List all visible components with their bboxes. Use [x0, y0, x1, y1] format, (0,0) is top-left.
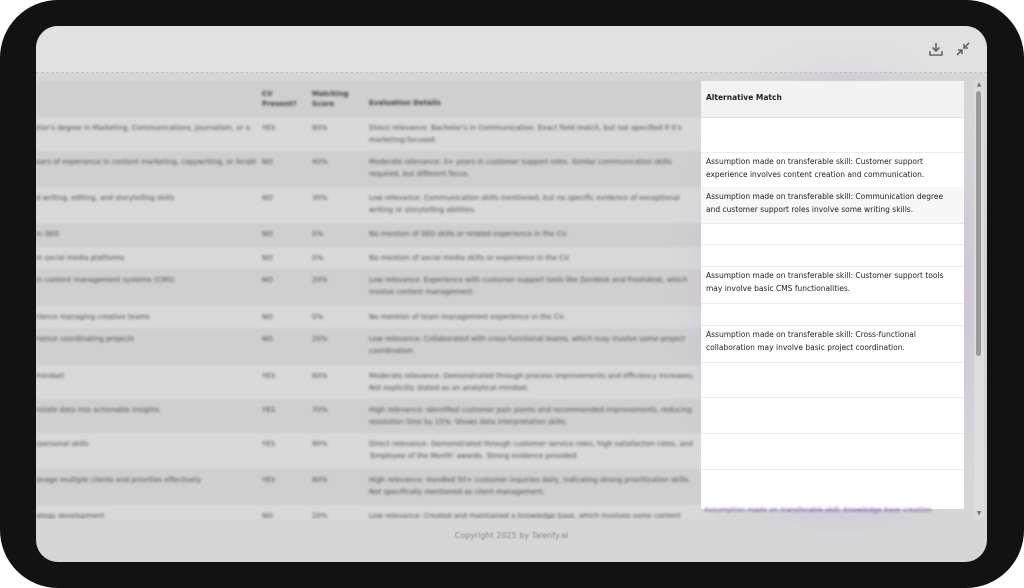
requirement-cell: rpersonal skills — [36, 440, 89, 448]
header-cv-present: CV Present? — [262, 90, 297, 108]
matching-score-cell: 20% — [312, 335, 328, 343]
table-row: mindset YES 60% Moderate relevance: Demonst… — [36, 365, 716, 400]
table-row: ears of experience in content marketing,… — [36, 151, 716, 188]
cv-present-cell: YES — [262, 372, 276, 380]
header-matching-score: Matching Score — [312, 90, 349, 108]
cv-present-cell: YES — [262, 124, 276, 132]
cv-present-cell: NO — [262, 158, 273, 166]
alternative-match-cell — [701, 397, 964, 434]
download-icon[interactable] — [927, 40, 945, 58]
alternative-match-cell — [701, 469, 964, 509]
cv-present-cell: NO — [262, 313, 273, 321]
matching-score-cell: 20% — [312, 512, 328, 519]
alternative-match-header: Alternative Match — [701, 81, 964, 118]
requirement-cell: in social media platforms — [36, 254, 125, 262]
evaluation-details-cell: Direct relevance: Demonstrated through c… — [369, 440, 693, 460]
table-row: in SEO NO 0% No mention of SEO skills or re… — [36, 223, 716, 248]
evaluation-details-cell: No mention of team management experience… — [369, 313, 565, 321]
requirement-cell: in content management systems (CMS) — [36, 276, 175, 284]
footer-copyright: Copyright 2025 by Talenfy.ai — [454, 531, 569, 540]
cv-present-cell: NO — [262, 335, 273, 343]
matching-score-cell: 70% — [312, 406, 328, 414]
alternative-match-cell — [701, 433, 964, 470]
matching-score-cell: 20% — [312, 276, 328, 284]
evaluation-details-cell: High relevance: Identified customer pain… — [369, 406, 692, 426]
cv-present-cell: NO — [262, 194, 273, 202]
requirement-cell: d writing, editing, and storytelling ski… — [36, 194, 175, 202]
matching-score-cell: 40% — [312, 158, 328, 166]
matching-score-cell: 30% — [312, 194, 328, 202]
cv-present-cell: YES — [262, 406, 276, 414]
cv-present-cell: NO — [262, 254, 273, 262]
vertical-scrollbar[interactable]: ▲ ▼ — [974, 81, 984, 519]
table-row: elor's degree in Marketing, Communicatio… — [36, 117, 716, 152]
matching-score-cell: 0% — [312, 254, 324, 262]
table-row: rience coordinating projects NO 20% Low rel… — [36, 328, 716, 366]
evaluation-details-cell: Low relevance: Created and maintained a … — [369, 512, 681, 519]
requirement-cell: mindset — [36, 372, 65, 380]
alternative-match-text: Assumption made on transferable skill: C… — [706, 330, 916, 352]
table-row: in content management systems (CMS) NO 20%… — [36, 269, 716, 307]
alternative-match-overflow-text: Assumption made on transferable skill: K… — [704, 506, 932, 514]
matching-score-cell: 0% — [312, 230, 324, 238]
alternative-match-cell — [701, 362, 964, 398]
requirement-cell: ategy development — [36, 512, 105, 519]
requirement-cell: anage multiple clients and priorities ef… — [36, 476, 202, 484]
evaluation-details-cell: High relevance: Handled 50+ customer inq… — [369, 476, 691, 496]
scrollbar-thumb[interactable] — [976, 91, 981, 356]
table-row: anage multiple clients and priorities ef… — [36, 469, 716, 506]
collapse-icon[interactable] — [954, 40, 972, 58]
cv-present-cell: YES — [262, 476, 276, 484]
cv-present-cell: NO — [262, 276, 273, 284]
alternative-match-text: Assumption made on transferable skill: C… — [706, 192, 944, 214]
alternative-match-column: Alternative Match Assumption made on tra… — [701, 81, 964, 509]
alternative-match-cell — [701, 223, 964, 245]
matching-score-cell: 60% — [312, 372, 328, 380]
alternative-match-cell: Assumption made on transferable skill: C… — [701, 325, 964, 363]
alternative-match-text: Assumption made on transferable skill: C… — [706, 157, 925, 179]
matching-score-cell: 80% — [312, 124, 328, 132]
requirement-cell: elor's degree in Marketing, Communicatio… — [36, 124, 250, 132]
cv-present-cell: NO — [262, 230, 273, 238]
table-header: CV Present? Matching Score Evaluation De… — [36, 81, 716, 117]
evaluation-details-cell: Moderate relevance: Demonstrated through… — [369, 372, 695, 392]
cv-present-cell: NO — [262, 512, 273, 519]
scroll-up-icon[interactable]: ▲ — [975, 81, 983, 89]
device-frame: CV Present? Matching Score Evaluation De… — [0, 0, 1024, 588]
matching-score-cell: 80% — [312, 476, 328, 484]
table-row: nslate data into actionable insights YES 7… — [36, 399, 716, 434]
evaluation-details-cell: No mention of SEO skills or related expe… — [369, 230, 568, 238]
requirement-cell: nslate data into actionable insights — [36, 406, 160, 414]
table-row: rpersonal skills YES 90% Direct relevance: … — [36, 433, 716, 470]
evaluation-details-cell: Low relevance: Experience with customer … — [369, 276, 688, 296]
evaluation-details-cell: Direct relevance: Bachelor's in Communic… — [369, 124, 682, 144]
table-row: d writing, editing, and storytelling ski… — [36, 187, 716, 224]
alternative-match-cell — [701, 244, 964, 267]
evaluation-details-cell: Low relevance: Communication skills ment… — [369, 194, 680, 214]
requirement-cell: rience coordinating projects — [36, 335, 134, 343]
alternative-match-text: Assumption made on transferable skill: C… — [706, 271, 944, 293]
evaluation-details-cell: No mention of social media skills or exp… — [369, 254, 571, 262]
evaluation-details-cell: Moderate relevance: 3+ years in customer… — [369, 158, 672, 178]
header-evaluation-details: Evaluation Details — [369, 99, 441, 107]
matching-score-cell: 0% — [312, 313, 324, 321]
alternative-match-header-label: Alternative Match — [706, 93, 782, 102]
table-row: ategy development NO 20% Low relevance: Cre… — [36, 505, 716, 519]
alternative-match-cell: Assumption made on transferable skill: C… — [701, 152, 964, 188]
cv-present-cell: YES — [262, 440, 276, 448]
table-row: rience managing creative teams NO 0% No men… — [36, 306, 716, 329]
table-row: in social media platforms NO 0% No mention … — [36, 247, 716, 270]
alternative-match-cell: Assumption made on transferable skill: C… — [701, 187, 964, 224]
requirement-cell: in SEO — [36, 230, 59, 238]
app-screen: CV Present? Matching Score Evaluation De… — [36, 26, 987, 562]
evaluation-details-cell: Low relevance: Collaborated with cross-f… — [369, 335, 686, 355]
alternative-match-cell: Assumption made on transferable skill: C… — [701, 266, 964, 304]
alternative-match-cell — [701, 303, 964, 326]
scroll-down-icon[interactable]: ▼ — [975, 510, 983, 518]
alternative-match-cell — [701, 117, 964, 153]
requirement-cell: ears of experience in content marketing,… — [36, 158, 256, 166]
requirement-cell: rience managing creative teams — [36, 313, 150, 321]
matching-score-cell: 90% — [312, 440, 328, 448]
